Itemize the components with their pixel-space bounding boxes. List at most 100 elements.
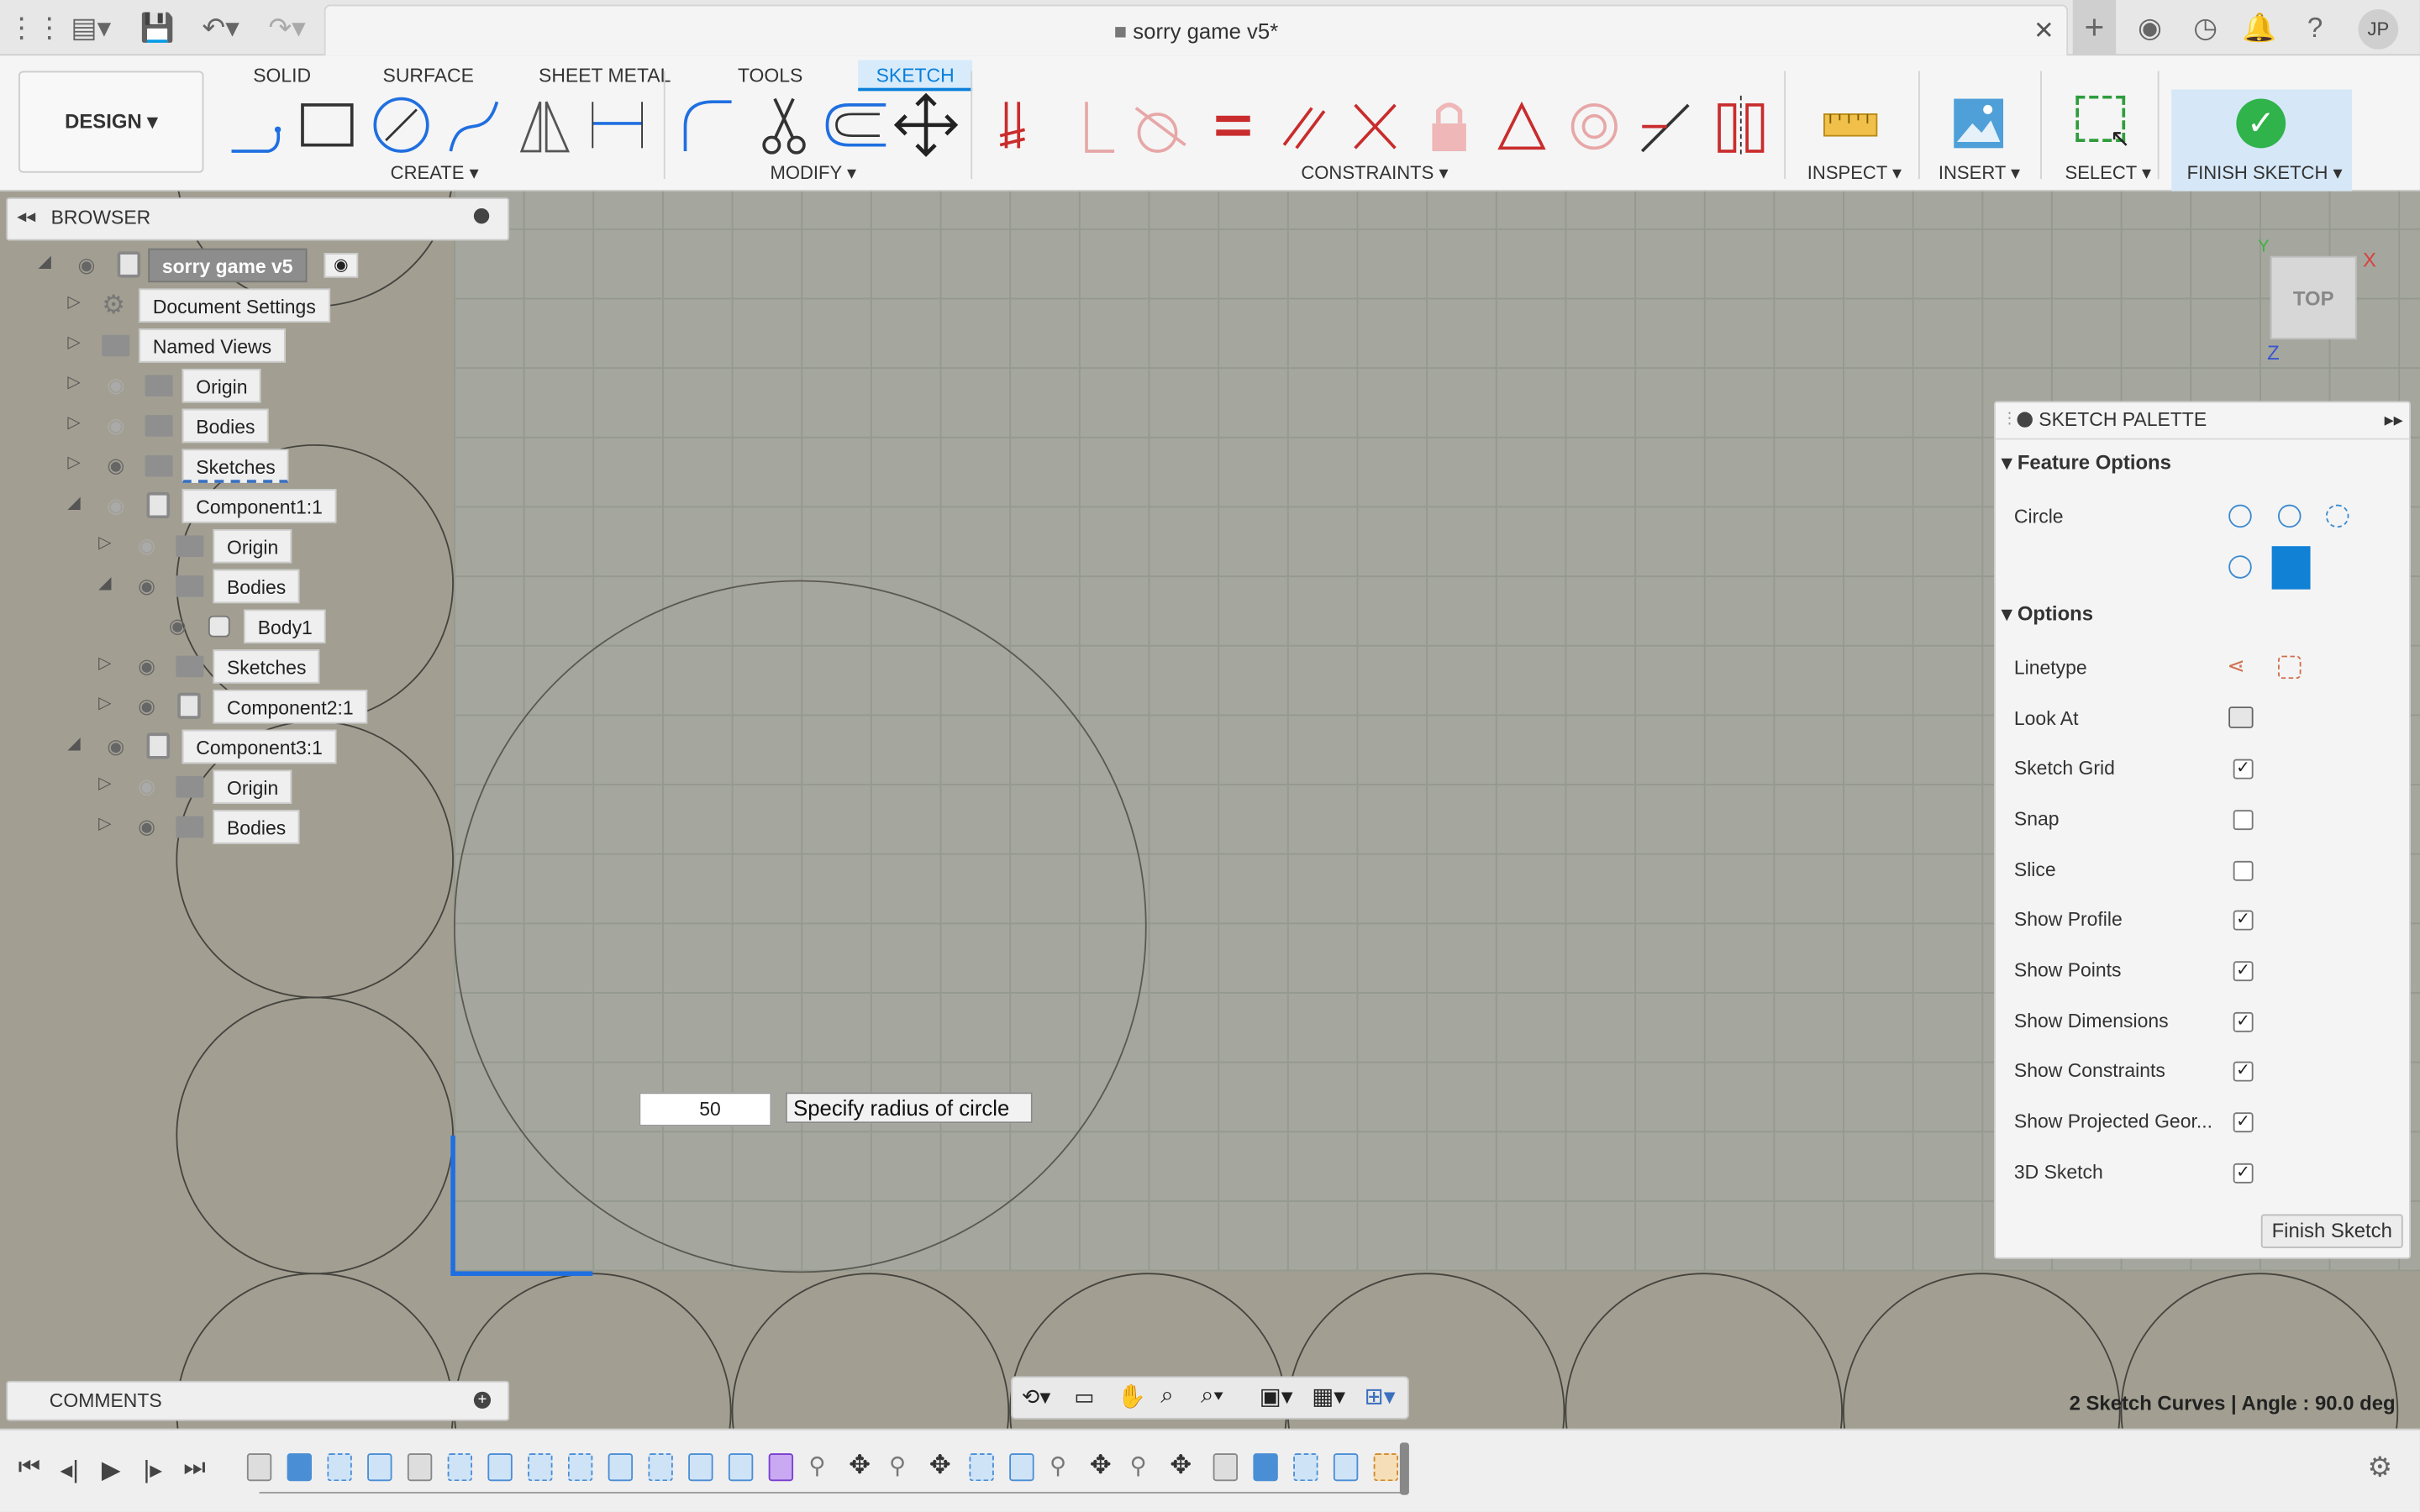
workspace-design-dropdown[interactable]: DESIGN ▾	[18, 71, 204, 173]
timeline-component-icon[interactable]	[768, 1453, 794, 1482]
app-grid-icon[interactable]: ⋮⋮	[8, 0, 63, 55]
timeline-feature-icon[interactable]	[407, 1453, 433, 1482]
collinear-constraint-icon[interactable]	[1640, 103, 1690, 153]
go-to-end-icon[interactable]: ⏭	[177, 1455, 211, 1483]
step-forward-icon[interactable]: |▸	[136, 1455, 170, 1486]
step-back-icon[interactable]: ◂|	[52, 1455, 86, 1486]
equal-constraint-icon[interactable]	[1216, 115, 1250, 136]
drag-handle-icon[interactable]: ⋮	[2002, 411, 2017, 428]
tangent-circle-icon[interactable]	[2228, 555, 2252, 579]
rectangle-tool-icon[interactable]	[301, 103, 354, 147]
fillet-tool-icon[interactable]	[683, 100, 732, 151]
tab-solid[interactable]: SOLID	[241, 60, 324, 92]
timeline-sketch-icon[interactable]	[447, 1453, 473, 1482]
play-icon[interactable]: ▶	[94, 1455, 128, 1486]
feature-options-heading[interactable]: ▾ Feature Options	[2002, 450, 2171, 475]
eye-icon[interactable]: ◉	[72, 249, 100, 282]
timeline-feature-icon[interactable]	[287, 1453, 313, 1482]
finish-sketch-label[interactable]: FINISH SKETCH ▾	[2187, 162, 2343, 184]
measure-icon[interactable]	[1821, 102, 1880, 148]
tree-item-root[interactable]: ◢ ◉ sorry game v5 ◉	[0, 248, 509, 283]
timeline-sketch-icon[interactable]	[327, 1453, 352, 1482]
add-comment-icon[interactable]: +	[473, 1391, 492, 1409]
palette-finish-sketch-button[interactable]: Finish Sketch	[2260, 1214, 2403, 1248]
inspect-group-label[interactable]: INSPECT ▾	[1807, 162, 1902, 184]
look-at-icon[interactable]: ▭	[1074, 1384, 1094, 1410]
options-heading[interactable]: ▾ Options	[2002, 601, 2093, 626]
file-menu-icon[interactable]: ▤▾	[65, 0, 117, 55]
concentric-constraint-icon[interactable]	[1570, 103, 1618, 150]
timeline-move-icon[interactable]: ✥	[849, 1450, 871, 1481]
tree-item-component3[interactable]: ◢ ◉ Component3:1	[0, 729, 509, 764]
tree-item-origin[interactable]: ▷ ◉ Origin	[0, 368, 509, 403]
midpoint-constraint-icon[interactable]	[1497, 101, 1546, 150]
pan-hand-icon[interactable]: ✋	[1118, 1383, 1146, 1410]
go-to-start-icon[interactable]: ⏮	[13, 1455, 46, 1483]
modify-group-label[interactable]: MODIFY ▾	[771, 162, 857, 184]
radius-input[interactable]: 50	[639, 1092, 772, 1126]
insert-image-icon[interactable]	[1951, 96, 2007, 151]
extensions-icon[interactable]: ◉	[2130, 0, 2170, 55]
timeline-feature-icon[interactable]	[1333, 1453, 1359, 1482]
collapse-browser-icon[interactable]: ◂◂	[17, 205, 35, 227]
timeline-feature-icon[interactable]	[367, 1453, 392, 1482]
timeline-move-icon[interactable]: ✥	[1170, 1450, 1192, 1481]
show-points-checkbox[interactable]: ✓	[2233, 961, 2254, 982]
three-point-circle-icon[interactable]	[2325, 504, 2349, 528]
centerline-icon[interactable]	[2277, 655, 2302, 680]
timeline-feature-icon[interactable]	[1213, 1453, 1239, 1482]
timeline-feature-icon[interactable]	[1009, 1453, 1034, 1482]
orbit-icon[interactable]: ⟲▾	[1022, 1384, 1050, 1410]
symmetry-constraint-icon[interactable]	[1718, 95, 1765, 158]
show-profile-checkbox[interactable]: ✓	[2233, 910, 2254, 931]
center-diameter-circle-icon[interactable]	[2228, 504, 2252, 528]
zoom-window-icon[interactable]: ⌕▾	[1201, 1383, 1223, 1409]
tree-item-document-settings[interactable]: ▷ ⚙ Document Settings	[0, 288, 509, 323]
timeline-active-sketch-icon[interactable]	[1373, 1453, 1399, 1482]
slice-checkbox[interactable]	[2233, 860, 2254, 881]
sketch-circle[interactable]	[176, 996, 454, 1275]
look-at-icon[interactable]	[2228, 706, 2254, 728]
tree-item-named-views[interactable]: ▷ Named Views	[0, 328, 509, 363]
tab-tools[interactable]: TOOLS	[725, 60, 815, 92]
tree-item-component1[interactable]: ◢ ◉ Component1:1	[0, 489, 509, 523]
timeline-sketch-icon[interactable]	[567, 1453, 593, 1482]
sketch-line[interactable]	[450, 1271, 593, 1276]
parallel-constraint-icon[interactable]	[1282, 107, 1326, 150]
spline-tool-icon[interactable]	[449, 101, 499, 152]
coincident-constraint-icon[interactable]	[1085, 102, 1115, 153]
timeline-feature-icon[interactable]	[728, 1453, 754, 1482]
tree-item-origin[interactable]: ▷ ◉ Origin	[0, 769, 509, 804]
create-group-label[interactable]: CREATE ▾	[391, 162, 479, 184]
tree-item-bodies[interactable]: ▷ ◉ Bodies	[0, 810, 509, 844]
grid-settings-icon[interactable]: ▦▾	[1312, 1383, 1345, 1410]
dimension-tool-icon[interactable]	[592, 102, 643, 149]
timeline-feature-icon[interactable]	[688, 1453, 713, 1482]
tree-item-body1[interactable]: ◉ Body1	[0, 609, 509, 643]
browser-minimize-icon[interactable]	[473, 207, 490, 224]
save-icon[interactable]: 💾	[137, 0, 177, 55]
timeline-sketch-icon[interactable]	[1293, 1453, 1318, 1482]
eye-icon[interactable]: ◉	[133, 810, 160, 843]
viewcube[interactable]: TOP	[2270, 255, 2357, 340]
timeline-marker[interactable]	[1399, 1442, 1409, 1495]
timeline-joint-icon[interactable]: ⚲	[808, 1452, 825, 1479]
offset-tool-icon[interactable]	[825, 103, 886, 147]
mirror-tool-icon[interactable]	[519, 101, 571, 153]
eye-icon[interactable]: ◉	[102, 730, 129, 764]
timeline-settings-gear-icon[interactable]: ⚙	[2367, 1452, 2392, 1484]
tab-surface[interactable]: SURFACE	[371, 60, 487, 92]
timeline-feature-icon[interactable]	[246, 1453, 272, 1482]
tree-item-bodies[interactable]: ◢ ◉ Bodies	[0, 569, 509, 604]
eye-icon[interactable]: ◉	[133, 649, 160, 683]
timeline-sketch-icon[interactable]	[648, 1453, 673, 1482]
palette-minimize-icon[interactable]	[2017, 412, 2033, 428]
notifications-bell-icon[interactable]: 🔔	[2239, 0, 2280, 55]
lock-constraint-icon[interactable]	[1432, 102, 1466, 151]
close-tab-icon[interactable]: ✕	[2033, 15, 2054, 46]
tree-item-origin[interactable]: ▷ ◉ Origin	[0, 528, 509, 564]
selected-circle-type-icon[interactable]	[2271, 546, 2311, 590]
tree-item-sketches[interactable]: ▷ ◉ Sketches	[0, 449, 509, 483]
timeline-sketch-icon[interactable]	[969, 1453, 994, 1482]
sketch-line[interactable]	[450, 1135, 455, 1276]
